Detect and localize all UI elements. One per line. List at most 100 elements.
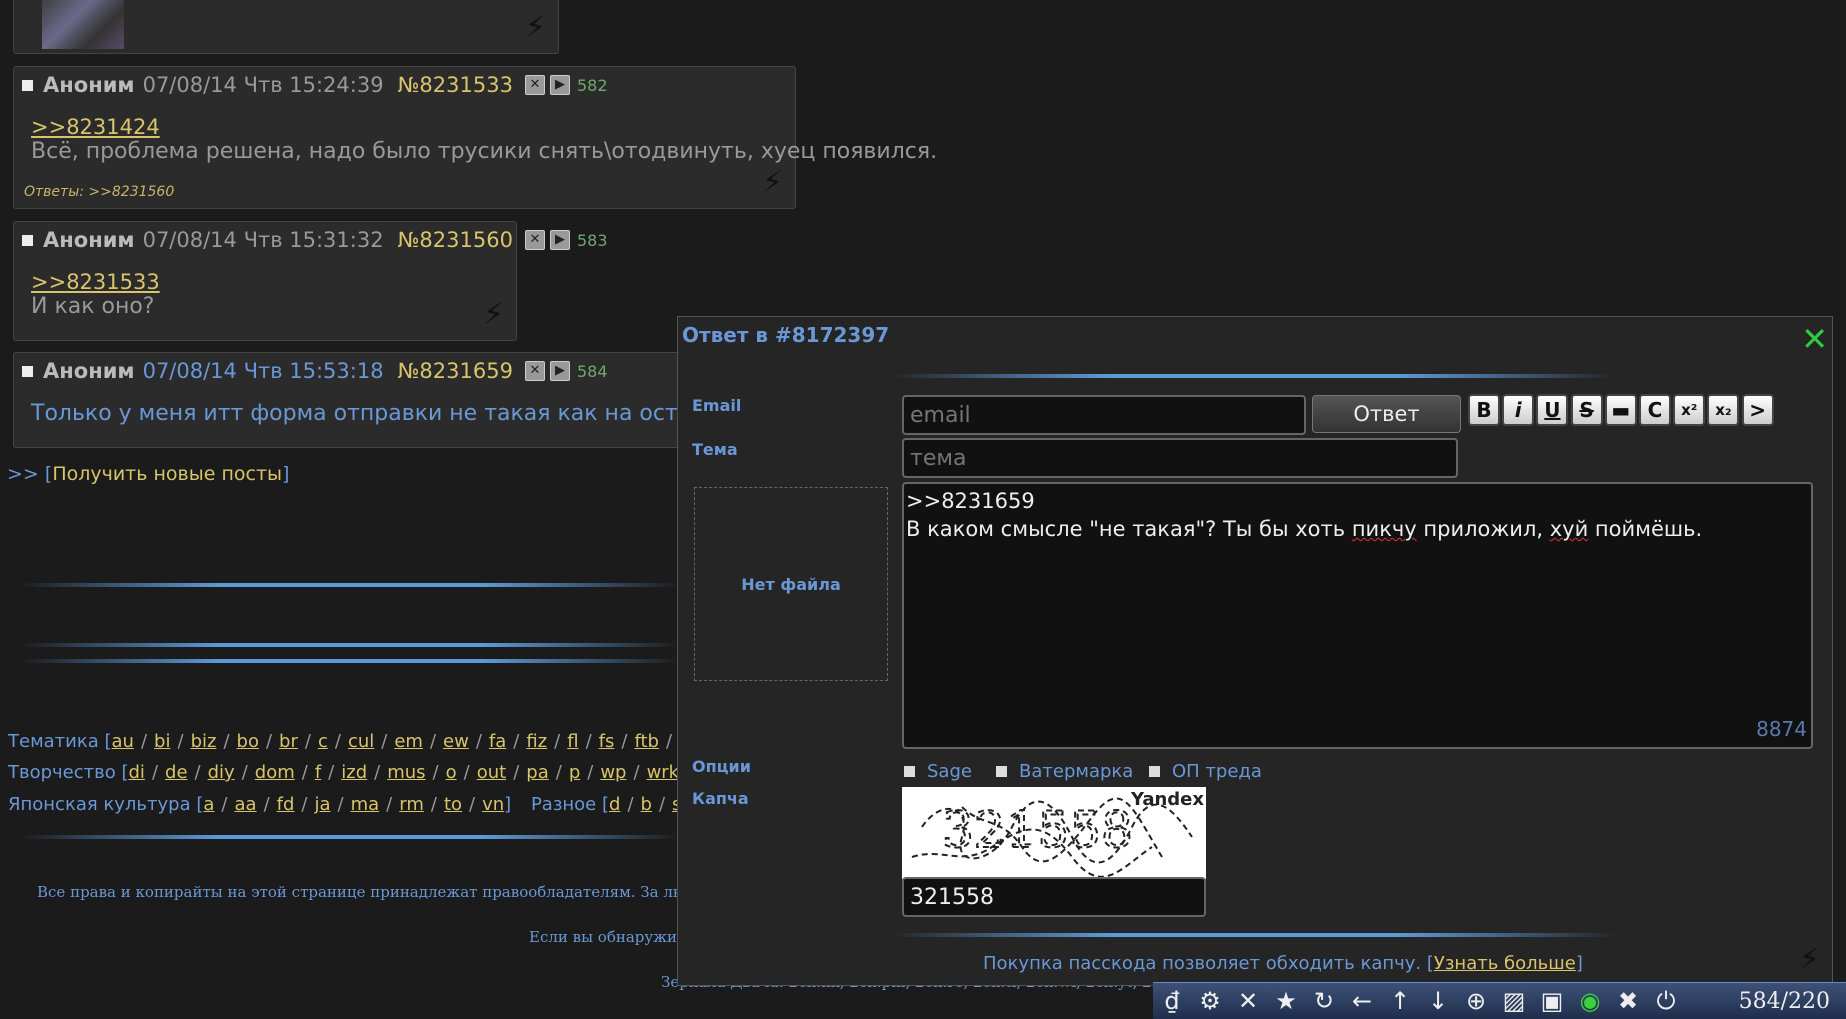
email-field[interactable] <box>902 395 1306 435</box>
code-button[interactable]: C <box>1639 394 1671 426</box>
board-link-vn[interactable]: vn <box>482 794 504 815</box>
board-link-em[interactable]: em <box>394 731 423 752</box>
close-icon[interactable]: ✕ <box>1801 323 1828 355</box>
board-link-o[interactable]: o <box>446 762 457 783</box>
post-checkbox[interactable] <box>22 365 33 377</box>
board-link-mus[interactable]: mus <box>387 762 425 783</box>
board-link-pa[interactable]: pa <box>526 762 548 783</box>
italic-button[interactable]: i <box>1502 394 1535 426</box>
strike-button[interactable]: S <box>1570 394 1603 426</box>
board-link-aa[interactable]: aa <box>235 794 257 815</box>
board-link-d[interactable]: d <box>609 794 620 815</box>
file-dropzone[interactable]: Нет файла <box>694 487 888 681</box>
close-icon[interactable]: ✕ <box>1229 987 1267 1015</box>
board-link-bo[interactable]: bo <box>237 731 259 752</box>
reply-link[interactable]: >>8231533 <box>31 270 160 294</box>
arrow-up-icon[interactable]: ↑ <box>1381 987 1419 1015</box>
board-link-fd[interactable]: fd <box>277 794 295 815</box>
option-op[interactable]: ОП треда <box>1149 761 1262 782</box>
bolt-icon: ⚡ <box>761 165 783 200</box>
board-list-label: Японская культура [ <box>8 794 204 815</box>
bold-button[interactable]: B <box>1468 394 1500 426</box>
message-textarea[interactable]: >>8231659 В каком смысле "не такая"? Ты … <box>902 482 1813 749</box>
post-number[interactable]: №8231533 <box>398 73 513 97</box>
post-number[interactable]: №8231560 <box>398 228 513 252</box>
board-link-biz[interactable]: biz <box>191 731 217 752</box>
post-number[interactable]: №8231659 <box>398 359 513 383</box>
play-icon[interactable]: ▶ <box>549 230 570 250</box>
zoom-icon[interactable]: ⊕ <box>1457 987 1495 1015</box>
board-link-fs[interactable]: fs <box>599 731 615 752</box>
gear-icon[interactable]: ⚙ <box>1191 987 1229 1015</box>
sup-button[interactable]: x² <box>1673 394 1706 426</box>
board-link-p[interactable]: p <box>569 762 580 783</box>
image-icon[interactable]: ▨ <box>1495 987 1533 1015</box>
hide-icon[interactable]: ✕ <box>524 230 545 250</box>
sub-button[interactable]: x₂ <box>1707 394 1740 426</box>
save-icon[interactable]: ▣ <box>1533 987 1571 1015</box>
board-link-to[interactable]: to <box>444 794 462 815</box>
mute-icon[interactable]: ✖ <box>1609 987 1647 1015</box>
post-checkbox[interactable] <box>22 79 33 91</box>
board-link-de[interactable]: de <box>165 762 188 783</box>
board-link-br[interactable]: br <box>279 731 298 752</box>
separator: / <box>463 762 470 783</box>
board-link-ma[interactable]: ma <box>351 794 380 815</box>
checkbox[interactable] <box>1149 766 1160 777</box>
hide-icon[interactable]: ✕ <box>524 361 545 381</box>
board-link-c[interactable]: c <box>318 731 328 752</box>
underline-button[interactable]: U <box>1536 394 1569 426</box>
board-link-cul[interactable]: cul <box>348 731 374 752</box>
separator: / <box>374 762 381 783</box>
board-link-dom[interactable]: dom <box>255 762 295 783</box>
checkbox[interactable] <box>904 766 915 777</box>
board-link-a[interactable]: a <box>203 794 214 815</box>
quote-button[interactable]: > <box>1741 394 1774 426</box>
board-link-out[interactable]: out <box>477 762 506 783</box>
learn-more-link[interactable]: Узнать больше <box>1434 953 1576 974</box>
board-link-diy[interactable]: diy <box>208 762 235 783</box>
arrow-down-icon[interactable]: ↓ <box>1419 987 1457 1015</box>
board-link-di[interactable]: di <box>129 762 145 783</box>
refresh-icon[interactable]: ↻ <box>1305 987 1343 1015</box>
option-watermark[interactable]: Ватермарка <box>996 761 1133 782</box>
board-link-b[interactable]: b <box>641 794 652 815</box>
checkbox[interactable] <box>996 766 1007 777</box>
subject-field[interactable] <box>902 438 1458 478</box>
post-header: Аноним 07/08/14 Чтв 15:53:18 №8231659 ✕ … <box>22 359 608 383</box>
separator: / <box>658 794 666 815</box>
power-icon[interactable]: ⏻ <box>1647 987 1685 1015</box>
divider <box>20 583 680 587</box>
board-link-fiz[interactable]: fiz <box>526 731 547 752</box>
post-author: Аноним <box>43 228 135 252</box>
hide-icon[interactable]: ✕ <box>524 75 545 95</box>
board-link-ja[interactable]: ja <box>314 794 330 815</box>
board-link-bi[interactable]: bi <box>154 731 170 752</box>
post-checkbox[interactable] <box>22 234 33 246</box>
spoiler-button[interactable]: ▬ <box>1604 394 1637 426</box>
board-link-rm[interactable]: rm <box>399 794 424 815</box>
submit-button[interactable]: Ответ <box>1312 395 1461 433</box>
play-icon[interactable]: ▶ <box>549 75 570 95</box>
board-link-au[interactable]: au <box>112 731 134 752</box>
dollar-icon[interactable]: ₫ <box>1153 987 1191 1015</box>
board-link-ftb[interactable]: ftb <box>634 731 659 752</box>
board-link-f[interactable]: f <box>315 762 321 783</box>
get-new-posts-link[interactable]: Получить новые посты <box>52 463 282 485</box>
board-link-wrk[interactable]: wrk <box>647 762 680 783</box>
reply-link[interactable]: >>8231424 <box>31 115 160 139</box>
captcha-input[interactable] <box>902 877 1206 917</box>
post-thumbnail[interactable] <box>42 0 124 49</box>
board-link-ew[interactable]: ew <box>443 731 469 752</box>
board-link-wp[interactable]: wp <box>600 762 626 783</box>
eye-icon[interactable]: ◉ <box>1571 987 1609 1015</box>
board-link-fl[interactable]: fl <box>567 731 578 752</box>
post-replies[interactable]: Ответы: >>8231560 <box>24 184 174 200</box>
arrow-left-icon[interactable]: ← <box>1343 987 1381 1015</box>
star-icon[interactable]: ★ <box>1267 987 1305 1015</box>
captcha-image[interactable]: 321558 Yandex <box>902 787 1206 879</box>
board-link-izd[interactable]: izd <box>341 762 367 783</box>
option-sage[interactable]: Sage <box>904 761 972 782</box>
play-icon[interactable]: ▶ <box>549 361 570 381</box>
board-link-fa[interactable]: fa <box>489 731 506 752</box>
